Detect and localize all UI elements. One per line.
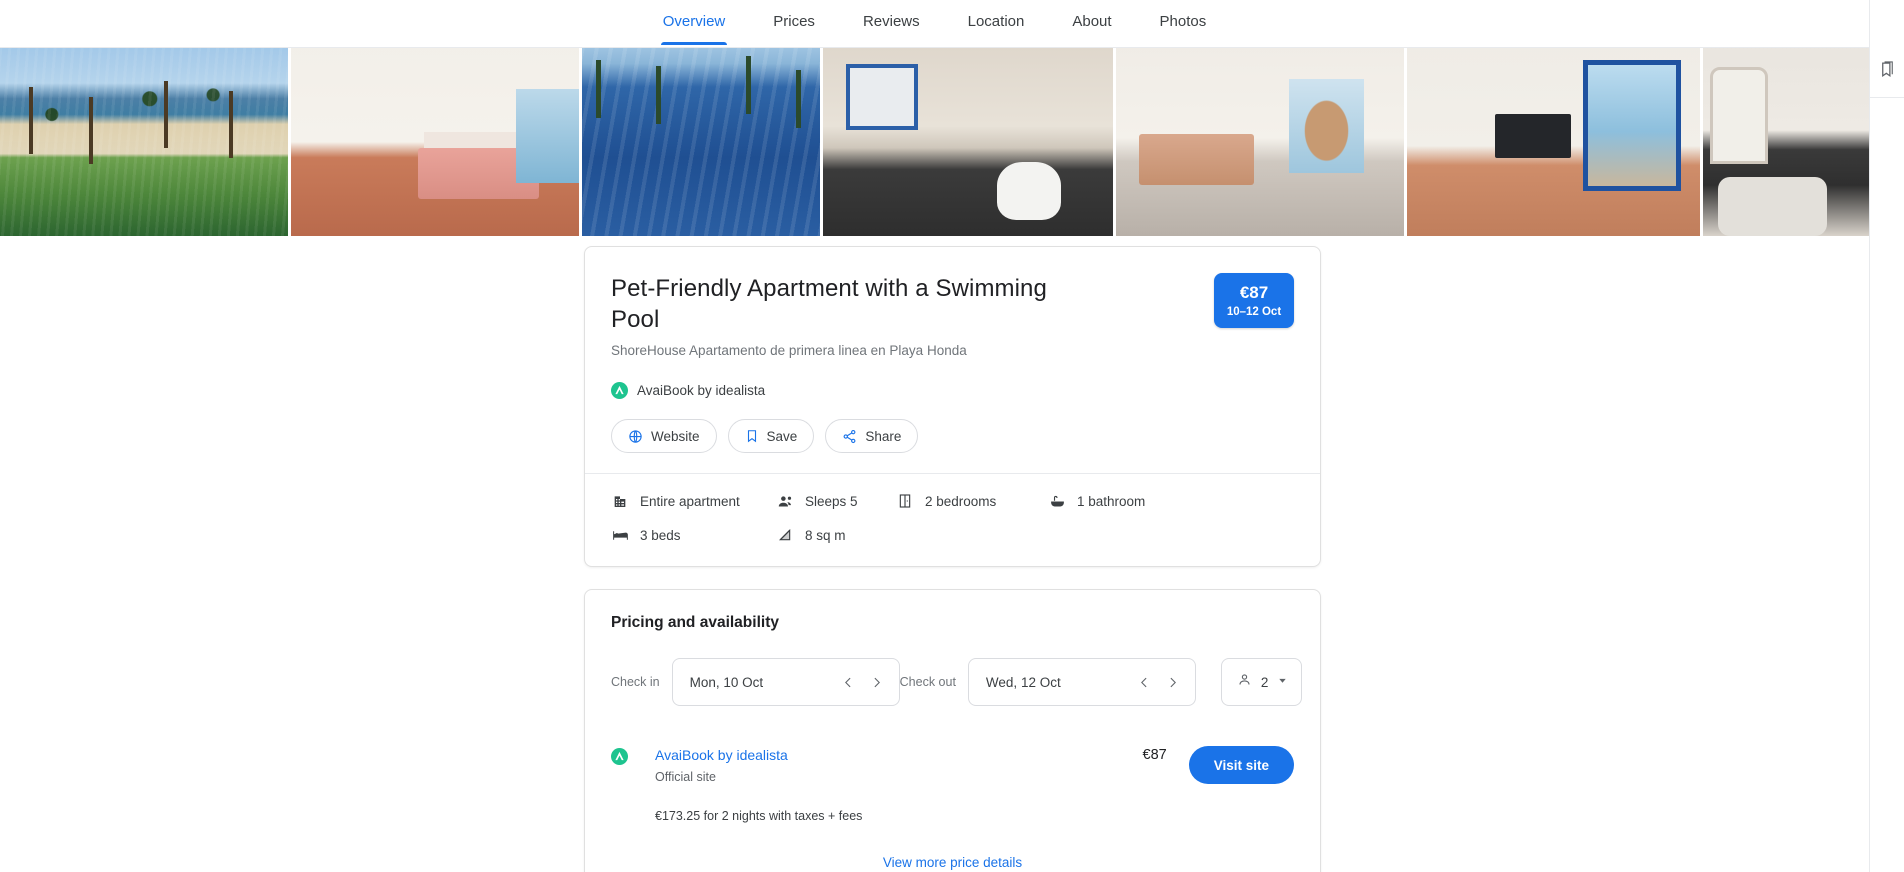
checkin-next-button[interactable] (863, 665, 891, 699)
page-title: Pet-Friendly Apartment with a Swimming P… (611, 275, 1047, 333)
checkout-label: Check out (899, 675, 956, 689)
saved-lists-button[interactable] (1870, 48, 1904, 96)
save-button[interactable]: Save (727, 419, 815, 453)
share-icon (842, 429, 857, 444)
hotel-header-body: Pet-Friendly Apartment with a Swimming P… (585, 247, 1320, 473)
bed-icon (611, 526, 629, 544)
property-facts-row: Entire apartment Sleeps 5 2 bedrooms 1 b… (611, 492, 1294, 510)
share-label: Share (865, 428, 902, 444)
tab-location[interactable]: Location (944, 0, 1049, 45)
property-facts-row: 3 beds 8 sq m (611, 526, 1294, 544)
guests-count: 2 (1260, 674, 1269, 690)
photo-thumbnail[interactable] (1703, 40, 1869, 236)
pricing-section-title: Pricing and availability (611, 614, 779, 631)
fact-bedrooms: 2 bedrooms (896, 492, 1048, 510)
tab-overview-label: Overview (662, 13, 726, 30)
globe-icon (628, 429, 643, 444)
section-tab-bar: Overview Prices Reviews Location About P… (0, 0, 1869, 48)
fact-label: 2 bedrooms (925, 493, 997, 509)
website-label: Website (651, 428, 700, 444)
action-chip-row: Website Save Share (611, 419, 1294, 453)
fact-area: 8 sq m (776, 526, 896, 544)
area-icon (776, 526, 794, 544)
fact-entire-apartment: Entire apartment (611, 492, 776, 510)
photo-strip[interactable] (0, 40, 1869, 236)
right-rail (1869, 0, 1904, 872)
tab-overview[interactable]: Overview (639, 0, 750, 45)
pricing-availability-card: Pricing and availability Check in Mon, 1… (584, 589, 1321, 872)
door-icon (896, 492, 914, 510)
tab-reviews[interactable]: Reviews (839, 0, 944, 45)
fact-label: 3 beds (640, 527, 681, 543)
rail-divider (1870, 97, 1904, 98)
guests-selector[interactable]: 2 (1220, 658, 1303, 706)
fact-beds: 3 beds (611, 526, 776, 544)
property-facts: Entire apartment Sleeps 5 2 bedrooms 1 b… (585, 474, 1320, 566)
fact-label: Sleeps 5 (805, 493, 858, 509)
checkin-prev-button[interactable] (835, 665, 863, 699)
visit-site-button[interactable]: Visit site (1188, 746, 1294, 784)
hotel-header-card: Pet-Friendly Apartment with a Swimming P… (584, 246, 1321, 567)
checkout-prev-button[interactable] (1131, 665, 1159, 699)
checkin-label: Check in (611, 675, 660, 689)
pricing-body: Pricing and availability Check in Mon, 1… (585, 590, 1320, 872)
offer-price: €87 (1142, 747, 1167, 763)
tab-about[interactable]: About (1048, 0, 1135, 45)
provider-row: AvaiBook by idealista (611, 382, 1294, 399)
building-icon (611, 492, 629, 510)
fact-bathrooms: 1 bathroom (1048, 492, 1145, 510)
photo-thumbnail[interactable] (0, 40, 288, 236)
save-label: Save (766, 428, 798, 444)
offer-official-label: Official site (655, 770, 716, 784)
hotel-detail-page: Overview Prices Reviews Location About P… (0, 0, 1904, 872)
photo-thumbnail[interactable] (582, 40, 820, 236)
photo-thumbnail[interactable] (1407, 40, 1700, 236)
fact-label: 8 sq m (805, 527, 846, 543)
bathtub-icon (1048, 492, 1066, 510)
fact-sleeps: Sleeps 5 (776, 492, 896, 510)
checkout-field[interactable]: Wed, 12 Oct (967, 658, 1196, 706)
main-column: Pet-Friendly Apartment with a Swimming P… (584, 246, 1321, 872)
hotel-subtitle: ShoreHouse Apartamento de primera linea … (611, 343, 967, 358)
date-search-row: Check in Mon, 10 Oct Check out Wed, 12 O… (611, 658, 1303, 706)
photo-thumbnail[interactable] (291, 40, 579, 236)
price-badge[interactable]: €87 10–12 Oct (1214, 273, 1294, 328)
offer-provider-link[interactable]: AvaiBook by idealista (655, 746, 1143, 765)
photo-thumbnail[interactable] (823, 40, 1113, 236)
price-badge-dates: 10–12 Oct (1226, 306, 1282, 318)
checkout-next-button[interactable] (1159, 665, 1187, 699)
tab-location-label: Location (967, 13, 1025, 30)
tab-prices-label: Prices (773, 13, 815, 30)
view-more-price-details-link[interactable]: View more price details (611, 855, 1294, 870)
tab-reviews-label: Reviews (862, 13, 920, 30)
fact-label: Entire apartment (640, 493, 740, 509)
price-badge-amount: €87 (1239, 283, 1269, 302)
checkout-value: Wed, 12 Oct (985, 674, 1061, 690)
offer-info: AvaiBook by idealista Official site €173… (655, 746, 1143, 825)
tab-photos[interactable]: Photos (1136, 0, 1231, 45)
avaibook-logo-icon (611, 748, 628, 765)
person-icon (1237, 672, 1252, 692)
people-icon (776, 492, 794, 510)
photo-thumbnail[interactable] (1116, 40, 1404, 236)
offer-taxes-text: €173.25 for 2 nights with taxes + fees (655, 809, 863, 823)
bookmark-icon (745, 429, 759, 443)
checkin-field[interactable]: Mon, 10 Oct (671, 658, 900, 706)
offer-row: AvaiBook by idealista Official site €173… (611, 746, 1294, 825)
tab-about-label: About (1072, 13, 1112, 30)
checkin-value: Mon, 10 Oct (689, 674, 764, 690)
bookmark-icon (1878, 60, 1897, 84)
avaibook-logo-icon (611, 382, 628, 399)
website-button[interactable]: Website (611, 419, 717, 453)
tab-photos-label: Photos (1159, 13, 1207, 30)
chevron-down-icon (1277, 673, 1288, 691)
tab-prices[interactable]: Prices (749, 0, 839, 45)
share-button[interactable]: Share (825, 419, 919, 453)
fact-label: 1 bathroom (1077, 493, 1146, 509)
provider-name: AvaiBook by idealista (637, 383, 766, 398)
